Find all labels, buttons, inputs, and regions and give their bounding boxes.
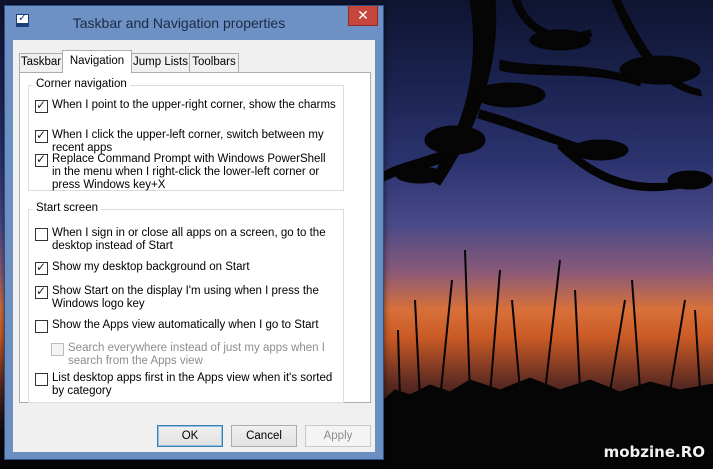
option-label: Show Start on the display I'm using when…	[52, 285, 319, 310]
start-screen-group: Start screen When I sign in or close all…	[28, 202, 344, 403]
option-label: Show the Apps view automatically when I …	[52, 319, 319, 331]
checkbox-desktop-background[interactable]	[35, 260, 48, 275]
cancel-button[interactable]: Cancel	[231, 425, 297, 447]
tab-jump-lists[interactable]: Jump Lists	[131, 53, 190, 72]
option-desktop-background[interactable]: Show my desktop background on Start	[35, 260, 337, 275]
option-label: Show my desktop background on Start	[52, 261, 250, 273]
option-list-desktop-apps-first[interactable]: List desktop apps first in the Apps view…	[35, 372, 337, 398]
properties-dialog: ✓ Taskbar and Navigation properties ✕ Ta…	[4, 5, 384, 460]
checkbox-switch-recent-apps[interactable]	[35, 128, 48, 143]
option-search-everywhere[interactable]: Search everywhere instead of just my app…	[51, 342, 337, 368]
option-apps-view-auto[interactable]: Show the Apps view automatically when I …	[35, 319, 337, 333]
option-show-charms[interactable]: When I point to the upper-right corner, …	[35, 98, 337, 113]
option-go-to-desktop[interactable]: When I sign in or close all apps on a sc…	[35, 227, 337, 253]
watermark-text: mobzine.RO	[603, 443, 705, 461]
apply-button[interactable]: Apply	[305, 425, 371, 447]
navigation-tab-panel: Corner navigation When I point to the up…	[19, 72, 371, 403]
checkbox-search-everywhere[interactable]	[51, 343, 64, 356]
checkbox-apps-view-auto[interactable]	[35, 320, 48, 333]
option-switch-recent-apps[interactable]: When I click the upper-left corner, swit…	[35, 128, 337, 155]
option-replace-command-prompt[interactable]: Replace Command Prompt with Windows Powe…	[35, 152, 337, 192]
option-label: Replace Command Prompt with Windows Powe…	[52, 153, 326, 191]
ok-button[interactable]: OK	[157, 425, 223, 447]
option-label: When I point to the upper-right corner, …	[52, 99, 336, 111]
window-title: Taskbar and Navigation properties	[72, 15, 286, 31]
option-label: When I sign in or close all apps on a sc…	[52, 227, 326, 252]
corner-navigation-legend: Corner navigation	[33, 78, 130, 90]
tab-navigation[interactable]: Navigation	[62, 50, 132, 73]
checkbox-list-desktop-apps-first[interactable]	[35, 373, 48, 386]
tab-taskbar[interactable]: Taskbar	[19, 53, 63, 72]
option-label: List desktop apps first in the Apps view…	[52, 372, 333, 397]
option-label: Search everywhere instead of just my app…	[68, 342, 325, 367]
corner-navigation-group: Corner navigation When I point to the up…	[28, 78, 344, 192]
option-label: When I click the upper-left corner, swit…	[52, 129, 324, 154]
option-start-on-display[interactable]: Show Start on the display I'm using when…	[35, 284, 337, 311]
start-screen-legend: Start screen	[33, 202, 101, 214]
title-bar[interactable]: ✓ Taskbar and Navigation properties ✕	[5, 6, 383, 40]
checkbox-go-to-desktop[interactable]	[35, 228, 48, 241]
close-button[interactable]: ✕	[348, 6, 378, 26]
dialog-client-area: Taskbar Navigation Jump Lists Toolbars C…	[13, 40, 375, 452]
checkbox-replace-command-prompt[interactable]	[35, 152, 48, 167]
checkbox-start-on-display[interactable]	[35, 284, 48, 299]
tab-toolbars[interactable]: Toolbars	[189, 53, 239, 72]
checkbox-show-charms[interactable]	[35, 98, 48, 113]
